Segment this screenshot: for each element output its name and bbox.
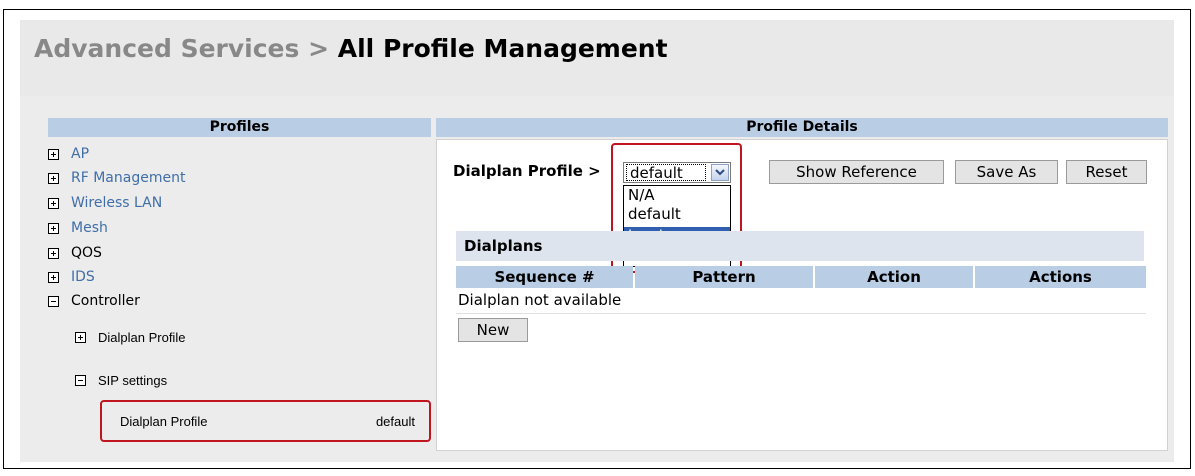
column-header-pattern: Pattern	[635, 266, 813, 288]
tree-item-qos[interactable]: QOS	[48, 243, 102, 263]
tree-item-label[interactable]: SIP settings	[98, 373, 167, 388]
tree-item-label[interactable]: RF Management	[71, 170, 185, 186]
sip-dialplan-profile-label[interactable]: Dialplan Profile	[120, 414, 207, 429]
profile-details-header: Profile Details	[436, 118, 1168, 137]
empty-table-message: Dialplan not available	[458, 291, 622, 309]
title-bar: Advanced Services > All Profile Manageme…	[20, 20, 1174, 96]
expand-plus-icon[interactable]	[48, 172, 59, 184]
breadcrumb-parent[interactable]: Advanced Services >	[34, 34, 338, 63]
tree-item-label[interactable]: Controller	[71, 293, 140, 309]
collapse-minus-icon[interactable]	[48, 295, 59, 307]
page-title: Advanced Services > All Profile Manageme…	[34, 34, 668, 63]
expand-plus-icon[interactable]	[48, 197, 59, 209]
tree-item-ids[interactable]: IDS	[48, 267, 95, 287]
tree-item-label[interactable]: Wireless LAN	[71, 195, 162, 211]
tree-item-controller[interactable]: Controller	[48, 291, 140, 311]
dialplan-profile-label: Dialplan Profile >	[453, 162, 601, 180]
tree-item-ap[interactable]: AP	[48, 144, 89, 164]
tree-item-mesh[interactable]: Mesh	[48, 218, 108, 238]
tree-item-sip-settings[interactable]: SIP settings	[75, 370, 167, 390]
expand-plus-icon[interactable]	[75, 331, 86, 343]
show-reference-button[interactable]: Show Reference	[769, 160, 944, 184]
save-as-button[interactable]: Save As	[955, 160, 1058, 184]
tree-item-label[interactable]: Mesh	[71, 220, 108, 236]
tree-item-label[interactable]: IDS	[71, 269, 95, 285]
column-header-action: Action	[815, 266, 973, 288]
tree-item-label[interactable]: AP	[71, 146, 89, 162]
column-header-actions: Actions	[975, 266, 1146, 288]
row-divider	[456, 313, 1146, 314]
collapse-minus-icon[interactable]	[75, 374, 86, 386]
breadcrumb-current: All Profile Management	[337, 34, 668, 63]
expand-plus-icon[interactable]	[48, 271, 59, 283]
reset-button[interactable]: Reset	[1066, 160, 1147, 184]
profiles-header: Profiles	[48, 118, 431, 137]
tree-item-label[interactable]: QOS	[71, 245, 102, 261]
tree-item-dialplan-profile[interactable]: Dialplan Profile	[75, 327, 185, 347]
dialplans-section-title: Dialplans	[456, 231, 1144, 261]
sip-dialplan-profile-value: default	[375, 414, 415, 429]
column-header-sequence: Sequence #	[456, 266, 633, 288]
sip-dialplan-profile-row[interactable]: Dialplan Profile default	[100, 400, 431, 442]
new-dialplan-button[interactable]: New	[458, 318, 528, 342]
tree-item-rf-management[interactable]: RF Management	[48, 168, 185, 188]
expand-plus-icon[interactable]	[48, 148, 59, 160]
tree-item-label[interactable]: Dialplan Profile	[98, 330, 185, 345]
expand-plus-icon[interactable]	[48, 247, 59, 259]
tree-item-wireless-lan[interactable]: Wireless LAN	[48, 193, 162, 213]
expand-plus-icon[interactable]	[48, 222, 59, 234]
